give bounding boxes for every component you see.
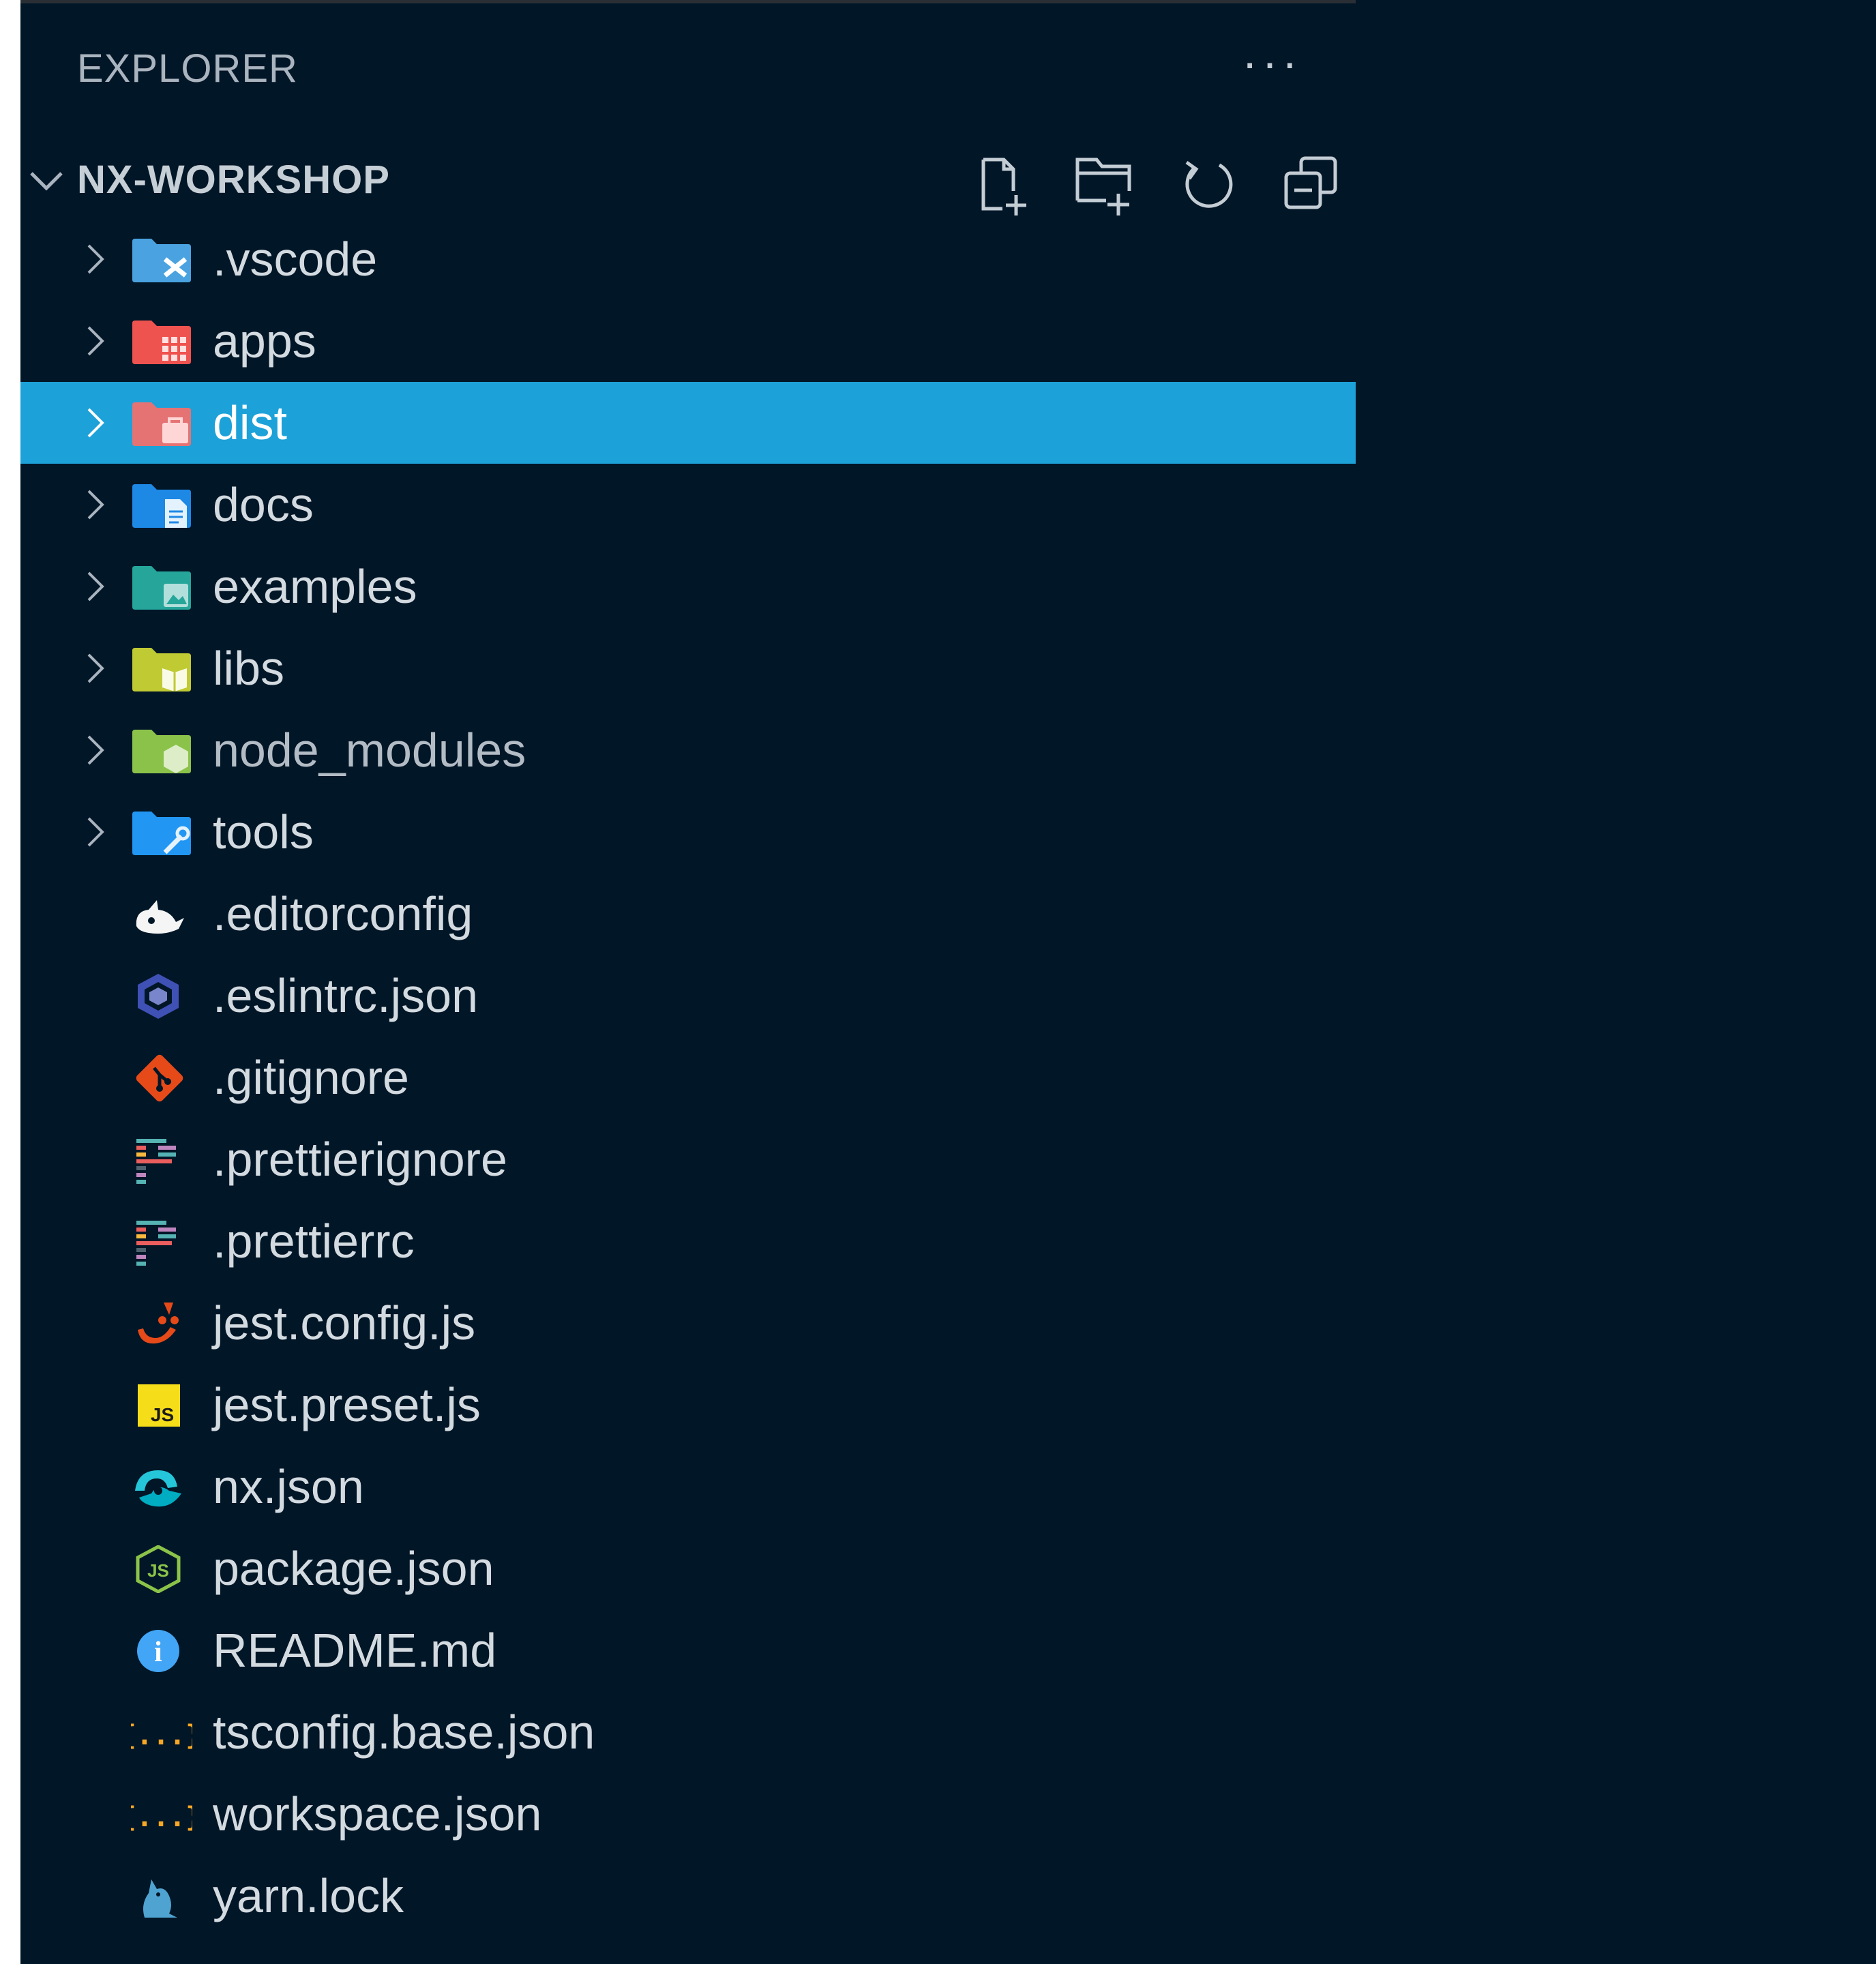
chevron-right-icon [87, 653, 104, 683]
tree-item-package-json[interactable]: JS package.json [20, 1528, 1356, 1609]
tree-item-label: .prettierignore [213, 1133, 507, 1186]
tree-item-label: README.md [213, 1624, 497, 1677]
tree-item-apps[interactable]: apps [20, 300, 1356, 382]
chevron-right-icon [87, 490, 104, 520]
tree-item-vscode[interactable]: .vscode [20, 218, 1356, 300]
tree-item-label: jest.preset.js [213, 1378, 481, 1431]
svg-text:{...}: {...} [131, 1720, 192, 1751]
vscode-folder-icon [131, 236, 192, 284]
docs-folder-icon [131, 481, 192, 529]
tree-item-label: nx.json [213, 1460, 364, 1513]
tree-item-label: package.json [213, 1542, 494, 1595]
tree-item-label: node_modules [213, 724, 526, 777]
tree-item-prettierignore[interactable]: .prettierignore [20, 1118, 1356, 1200]
editorconfig-icon [131, 891, 192, 938]
svg-text:JS: JS [151, 1404, 174, 1425]
nodejs-icon: JS [131, 1545, 192, 1593]
eslint-icon [131, 972, 192, 1020]
tree-item-workspace-json[interactable]: {...} workspace.json [20, 1773, 1356, 1855]
tree-item-editorconfig[interactable]: .editorconfig [20, 873, 1356, 955]
tree-item-gitignore[interactable]: .gitignore [20, 1037, 1356, 1118]
explorer-panel: EXPLORER ··· NX-WORKSHOP .vscode apps di… [20, 0, 1876, 1964]
chevron-right-icon [87, 571, 104, 601]
collapse-all-button[interactable] [1277, 150, 1345, 218]
prettier-icon [131, 1136, 192, 1184]
new-file-button[interactable] [968, 150, 1037, 218]
explorer-title: EXPLORER [77, 46, 298, 91]
chevron-down-icon [30, 172, 63, 191]
tree-item-label: apps [213, 314, 316, 368]
chevron-right-icon [87, 326, 104, 356]
tree-item-label: jest.config.js [213, 1296, 476, 1350]
tree-item-nx-json[interactable]: nx.json [20, 1446, 1356, 1528]
json-icon: {...} [131, 1709, 192, 1757]
tree-item-label: .eslintrc.json [213, 969, 479, 1022]
libs-folder-icon [131, 645, 192, 693]
yarn-icon [131, 1873, 192, 1920]
tree-item-label: workspace.json [213, 1787, 542, 1841]
workspace-name: NX-WORKSHOP [77, 158, 390, 202]
tree-item-label: examples [213, 560, 417, 613]
tree-item-readme[interactable]: i README.md [20, 1609, 1356, 1691]
panel-top-border [20, 0, 1356, 3]
chevron-right-icon [87, 408, 104, 438]
tree-item-label: yarn.lock [213, 1869, 404, 1922]
tree-item-tools[interactable]: tools [20, 791, 1356, 873]
tree-item-docs[interactable]: docs [20, 464, 1356, 546]
tree-item-node-modules[interactable]: node_modules [20, 709, 1356, 791]
nx-icon [131, 1463, 192, 1511]
javascript-icon: JS [131, 1382, 192, 1429]
tree-item-jest-config[interactable]: jest.config.js [20, 1282, 1356, 1364]
tree-item-label: libs [213, 642, 285, 695]
tree-item-label: docs [213, 478, 314, 531]
info-icon: i [131, 1627, 192, 1675]
collapse-all-icon [1284, 156, 1337, 209]
tree-item-examples[interactable]: examples [20, 546, 1356, 627]
tree-item-label: tsconfig.base.json [213, 1706, 595, 1759]
new-file-icon [981, 158, 1026, 215]
refresh-icon [1185, 160, 1233, 208]
tree-item-dist[interactable]: dist [20, 382, 1356, 464]
tree-item-label: .prettierrc [213, 1215, 415, 1268]
tree-item-label: .editorconfig [213, 887, 473, 940]
svg-text:JS: JS [147, 1560, 169, 1581]
apps-folder-icon [131, 318, 192, 366]
tools-folder-icon [131, 809, 192, 857]
jest-icon [131, 1300, 192, 1348]
more-actions-button[interactable]: ··· [1234, 38, 1309, 93]
new-folder-button[interactable] [1071, 150, 1139, 218]
tree-item-label: .vscode [213, 233, 378, 286]
tree-item-prettierrc[interactable]: .prettierrc [20, 1200, 1356, 1282]
svg-text:i: i [154, 1637, 162, 1668]
refresh-button[interactable] [1174, 150, 1242, 218]
svg-text:{...}: {...} [131, 1802, 192, 1833]
tree-item-jest-preset[interactable]: JS jest.preset.js [20, 1364, 1356, 1446]
json-icon: {...} [131, 1791, 192, 1839]
tree-item-libs[interactable]: libs [20, 627, 1356, 709]
git-icon [131, 1054, 192, 1102]
chevron-right-icon [87, 817, 104, 847]
tree-item-label: dist [213, 396, 287, 449]
new-folder-icon [1075, 158, 1131, 215]
prettier-icon [131, 1218, 192, 1266]
workspace-section-header[interactable]: NX-WORKSHOP [20, 150, 1356, 215]
tree-item-label: tools [213, 805, 314, 859]
dist-folder-icon [131, 400, 192, 447]
chevron-right-icon [87, 735, 104, 765]
tree-item-eslintrc[interactable]: .eslintrc.json [20, 955, 1356, 1037]
tree-item-yarn-lock[interactable]: yarn.lock [20, 1855, 1356, 1937]
tree-item-label: .gitignore [213, 1051, 409, 1104]
tree-item-tsconfig-base[interactable]: {...} tsconfig.base.json [20, 1691, 1356, 1773]
chevron-right-icon [87, 244, 104, 274]
examples-folder-icon [131, 563, 192, 611]
node-modules-folder-icon [131, 727, 192, 775]
